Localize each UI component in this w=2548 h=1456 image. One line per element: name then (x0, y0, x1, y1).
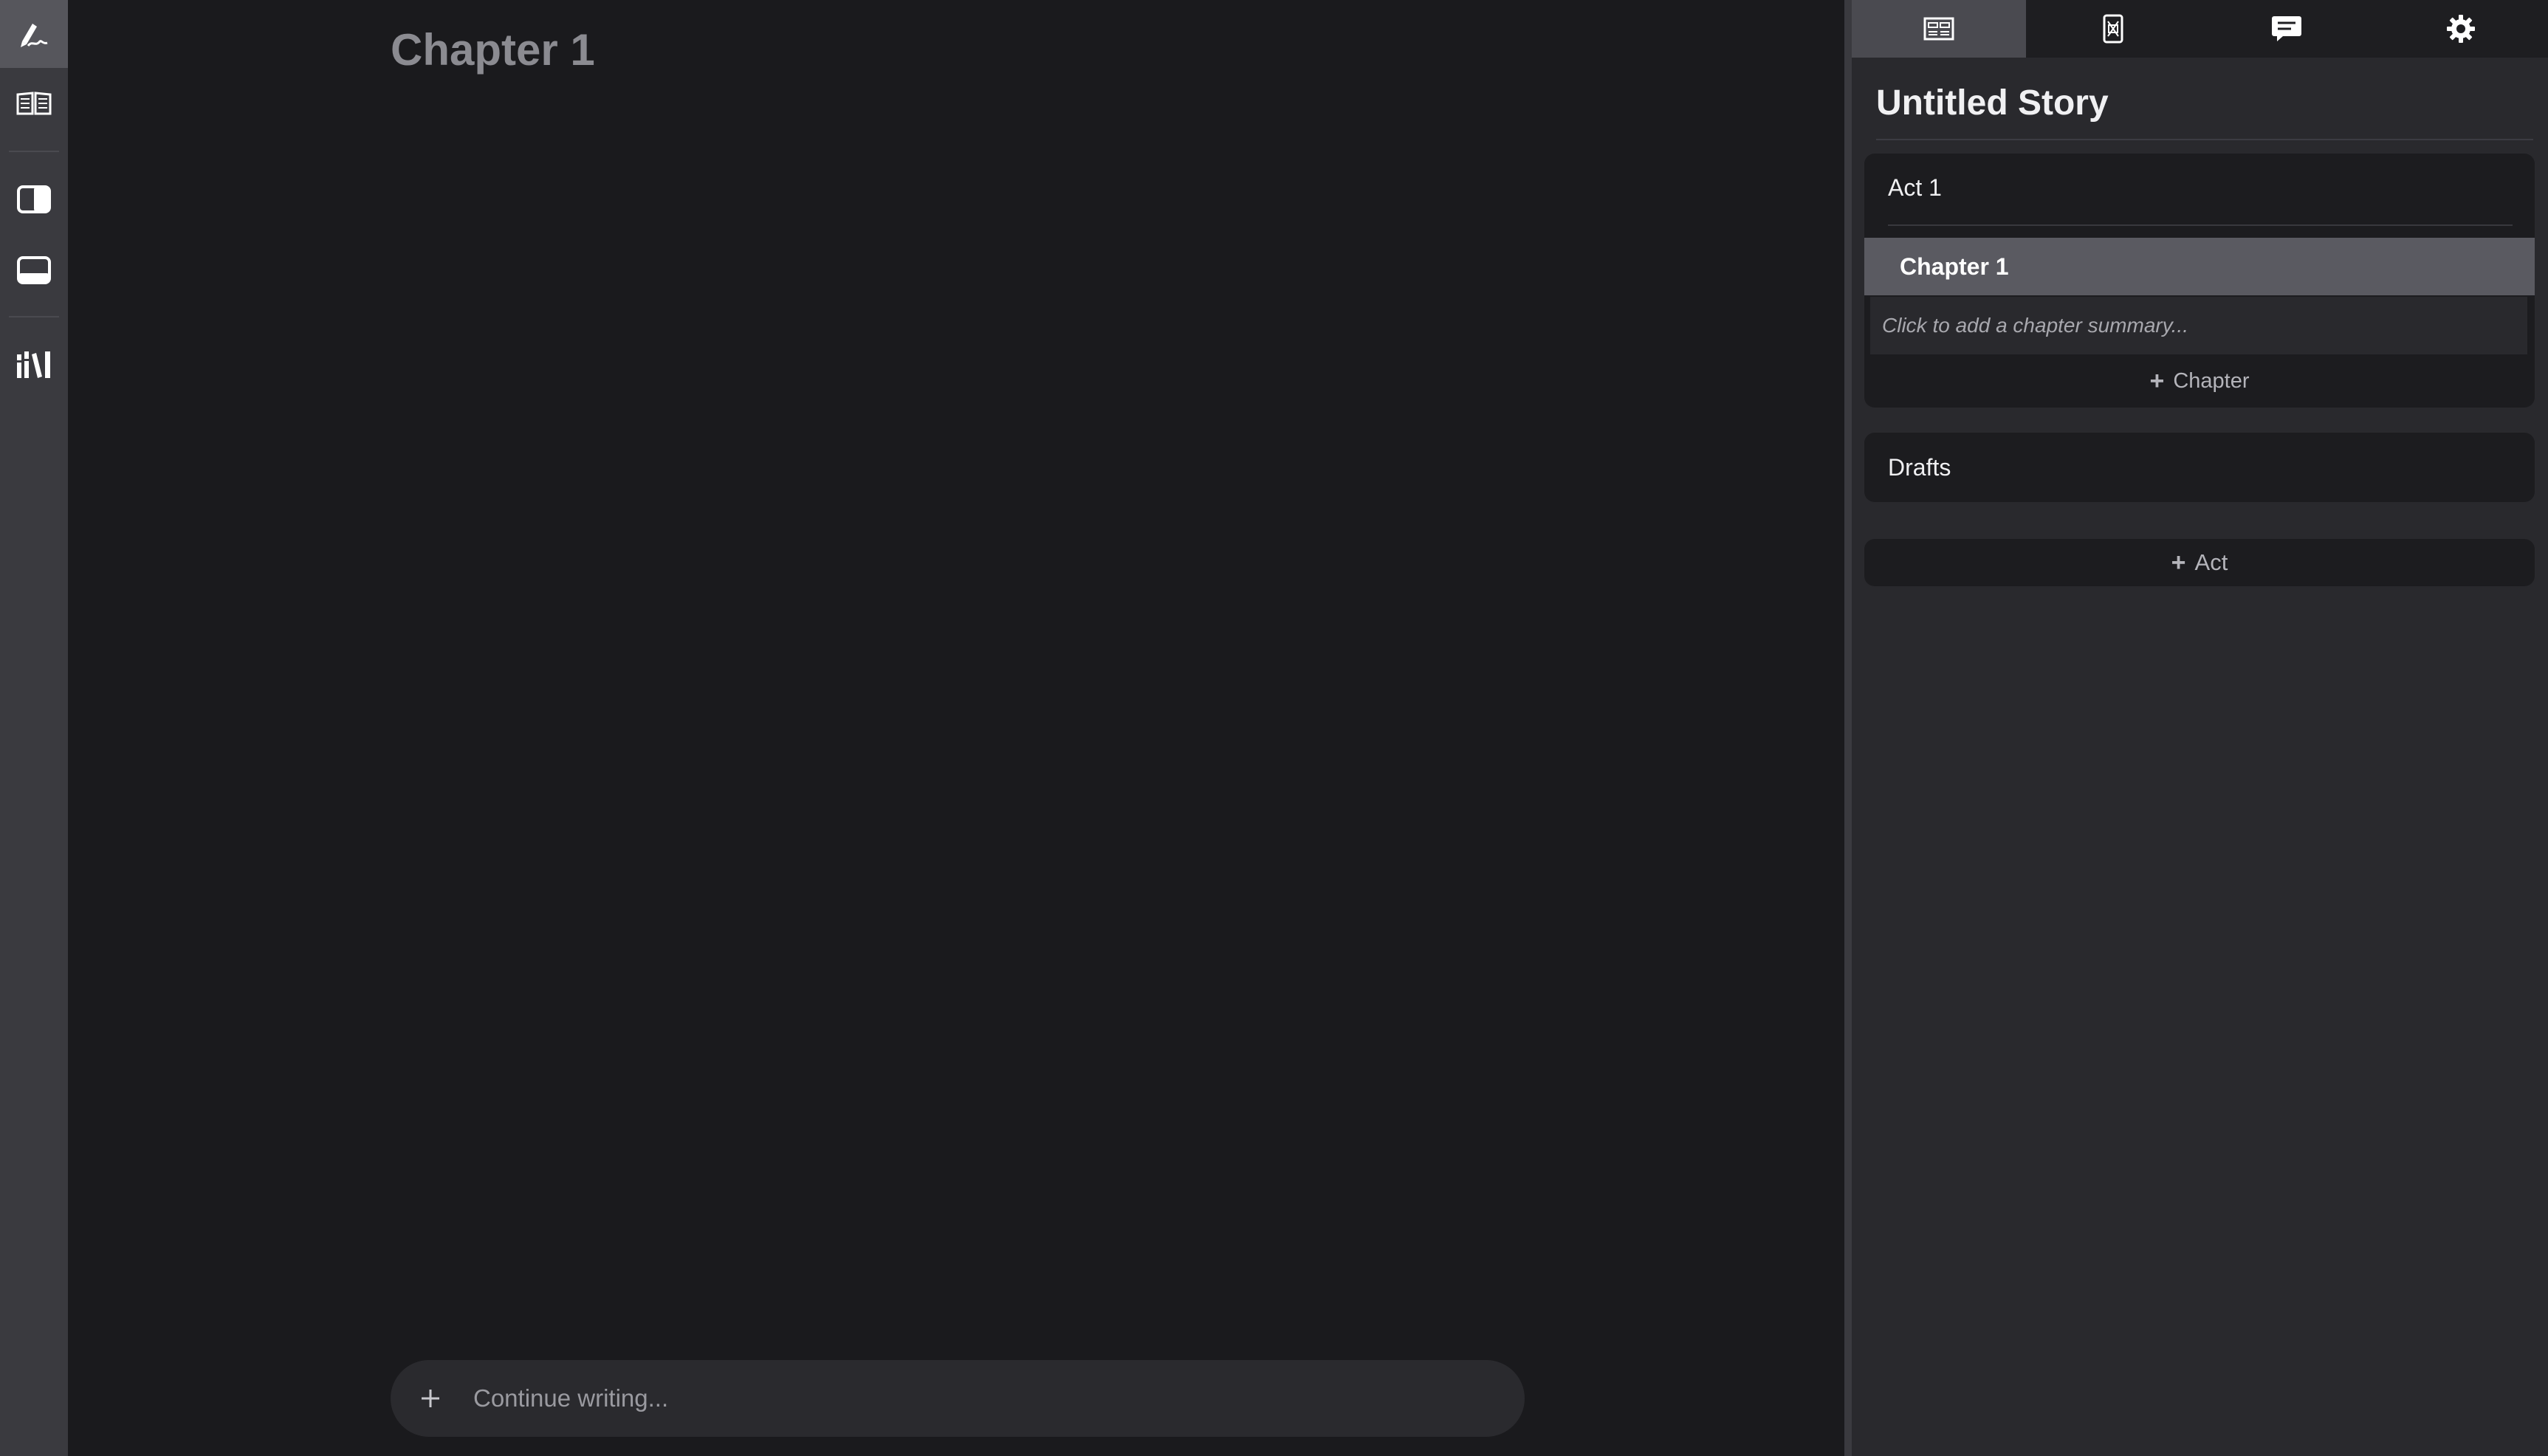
drafts-label: Drafts (1888, 453, 1951, 481)
rail-divider (9, 151, 59, 152)
chapter-heading[interactable]: Chapter 1 (391, 22, 595, 78)
toggle-right-panel-button[interactable] (0, 165, 68, 233)
add-act-label: Act (2194, 549, 2228, 575)
title-divider (1876, 139, 2533, 140)
drafts-section[interactable]: Drafts (1864, 433, 2535, 502)
plus-icon (422, 1390, 439, 1407)
act-card: Act 1 Chapter 1 Click to add a chapter s… (1864, 154, 2535, 408)
left-icon-rail (0, 0, 68, 1456)
chapter-summary-field[interactable]: Click to add a chapter summary... (1870, 297, 2527, 354)
rail-divider (9, 316, 59, 317)
chat-icon (2272, 16, 2302, 41)
chapter-summary-placeholder: Click to add a chapter summary... (1882, 314, 2188, 337)
panel-resize-handle[interactable] (1844, 0, 1852, 1456)
chapter-item-label: Chapter 1 (1900, 253, 2009, 280)
gear-icon (2447, 15, 2476, 43)
tab-chat[interactable] (2200, 0, 2374, 58)
toggle-bottom-panel-button[interactable] (0, 236, 68, 304)
plus-icon: + (2171, 548, 2186, 577)
continue-writing-bar (391, 1360, 1525, 1437)
add-chapter-button[interactable]: + Chapter (1864, 362, 2535, 400)
tab-codex[interactable] (2026, 0, 2200, 58)
add-chapter-label: Chapter (2173, 368, 2250, 393)
editor-area[interactable]: Chapter 1 (68, 0, 1844, 1456)
write-mode-button[interactable] (0, 0, 68, 68)
open-book-icon (16, 92, 52, 115)
tab-outline[interactable] (1852, 0, 2026, 58)
right-panel: Untitled Story Act 1 Chapter 1 Click to … (1852, 0, 2548, 1456)
tab-settings[interactable] (2374, 0, 2548, 58)
continue-writing-input[interactable] (472, 1373, 1525, 1424)
outline-icon (1923, 17, 1954, 41)
read-mode-button[interactable] (0, 69, 68, 137)
pen-nib-icon (21, 24, 48, 47)
add-content-button[interactable] (411, 1379, 450, 1418)
sidebar-right-icon (17, 185, 51, 213)
panel-bottom-icon (17, 256, 51, 284)
chapter-item-selected[interactable]: Chapter 1 (1864, 238, 2535, 295)
act-title[interactable]: Act 1 (1888, 171, 1942, 204)
library-icon (17, 351, 50, 378)
add-act-button[interactable]: + Act (1864, 539, 2535, 586)
codex-icon (2103, 14, 2123, 44)
panel-tabs (1852, 0, 2548, 58)
library-button[interactable] (0, 331, 68, 399)
act-divider (1888, 224, 2513, 226)
plus-icon: + (2149, 366, 2165, 395)
story-title[interactable]: Untitled Story (1876, 80, 2109, 127)
